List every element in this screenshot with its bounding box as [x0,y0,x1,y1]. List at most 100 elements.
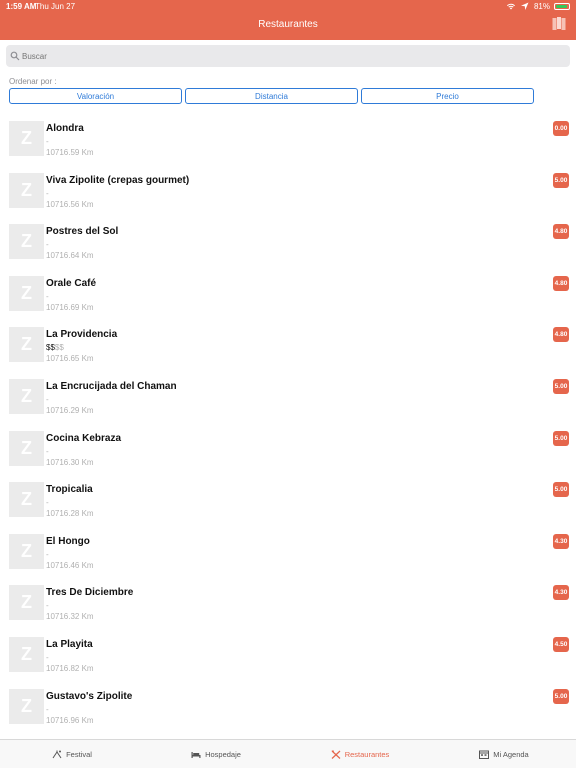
search-icon [10,51,20,61]
restaurant-row[interactable]: Z Viva Zipolite (crepas gourmet) -10716.56… [0,165,576,217]
restaurant-price: - [46,447,49,456]
restaurant-row[interactable]: Z La Playita -10716.82 Km 4.50 [0,629,576,681]
wifi-icon [506,3,515,10]
battery-percent: 81% [533,1,550,11]
restaurant-thumbnail: Z [9,224,44,260]
status-time: 1:59 AM [6,2,37,11]
restaurant-thumbnail: Z [9,430,44,466]
sort-segmented-control: Valoración Distancia Precio [9,88,534,104]
tab-mi-agenda-label: Mi Agenda [493,749,529,759]
restaurant-thumbnail: Z [9,275,44,311]
restaurant-thumbnail: Z [9,327,44,363]
restaurant-row[interactable]: Z Orale Café -10716.69 Km 4.80 [0,268,576,320]
rating-badge: 4.50 [553,636,569,652]
tab-festival-label: Festival [66,749,92,759]
restaurant-name: Cocina Kebraza [46,432,122,444]
rating-badge: 5.00 [553,688,569,704]
rating-badge: 5.00 [553,378,569,394]
restaurant-price: - [46,395,49,404]
sort-rating-button[interactable]: Valoración [9,88,182,104]
price-level-inactive: - [46,137,49,146]
tab-restaurantes-label: Restaurantes [344,749,390,759]
restaurant-price: - [46,240,49,249]
restaurant-row[interactable]: Z Tres De Diciembre - 10716.32 Km 4.30 [0,577,576,629]
restaurant-list: Z Alondra -10716.59 Km 0.00 Z Viva Zipolite (… [0,113,576,732]
bed-icon [191,751,201,758]
rating-badge: 4.30 [553,585,569,601]
status-date: Thu Jun 27 [35,2,76,11]
restaurant-thumbnail: Z [9,585,44,621]
price-level-inactive: - [46,291,49,301]
restaurant-distance: 10716.59 Km [46,148,94,157]
restaurant-name: Tres De Diciembre [46,587,134,599]
restaurant-row[interactable]: Z Cocina Kebraza -10716.30 Km 5.00 [0,423,576,475]
rating-badge: 5.00 [553,430,569,446]
price-level-inactive: - [46,498,49,508]
restaurant-distance: 10716.30 Km [46,457,94,467]
restaurant-row[interactable]: Z Alondra - 10716.59 Km 0.00 [0,113,576,165]
restaurant-row[interactable]: Z La Encrucijada del Chaman -10716.29 Km 5.… [0,371,576,423]
restaurant-distance: 10716.96 Km [46,715,94,725]
restaurant-distance: 10716.64 Km [46,251,94,261]
price-level-active: $$ [46,343,55,353]
map-icon[interactable] [552,17,566,31]
rating-badge: 0.00 [553,121,569,136]
sort-distance-button[interactable]: Distancia [185,88,358,104]
rating-badge: 5.00 [553,482,569,498]
app: 1:59 AM Thu Jun 27 81% Restaurantes Orde… [0,0,576,768]
restaurant-thumbnail: Z [9,636,44,672]
restaurant-row[interactable]: Z Postres del Sol - 10716.64 Km 4.80 [0,216,576,268]
price-level-inactive: - [46,549,49,559]
restaurant-name: Viva Zipolite (crepas gourmet) [46,174,190,186]
restaurant-distance: 10716.82 Km [46,663,94,673]
tab-hospedaje[interactable]: Hospedaje [144,740,288,768]
price-level-inactive: - [46,601,49,611]
restaurant-name: La Providencia [46,329,118,341]
restaurant-distance: 10716.32 Km [46,612,94,622]
restaurant-row[interactable]: Z La Providencia $$$$ 10716.65 Km 4.80 [0,319,576,371]
agenda-icon [479,750,490,759]
restaurant-price: - [46,601,49,610]
search-input[interactable] [22,51,542,61]
restaurant-thumbnail: Z [9,688,44,724]
tab-festival[interactable]: Festival [0,740,144,768]
restaurant-row[interactable]: Z El Hongo -10716.46 Km 4.30 [0,526,576,578]
restaurant-name: Gustavo's Zipolite [46,690,133,702]
restaurant-distance: 10716.28 Km [46,509,94,519]
search-bar[interactable] [6,45,570,67]
nav-bar: 1:59 AM Thu Jun 27 81% Restaurantes [0,0,576,40]
rating-badge: 4.30 [553,533,569,549]
restaurant-price: - [46,137,49,146]
restaurant-name: Alondra [46,123,84,134]
price-level-inactive: $$ [54,343,64,353]
restaurant-distance: 10716.29 Km [46,405,94,415]
status-right: 81% [506,1,570,11]
tab-hospedaje-label: Hospedaje [205,749,241,759]
rating-badge: 4.80 [553,275,569,291]
restaurant-price: - [46,653,49,662]
restaurant-name: Orale Café [46,277,97,289]
rating-badge: 4.80 [553,327,569,343]
tab-restaurantes[interactable]: Restaurantes [288,740,432,768]
restaurant-distance: 10716.46 Km [46,560,94,570]
restaurant-price: $$$$ [46,343,64,352]
restaurant-price: - [46,189,49,198]
restaurant-price: - [46,292,49,301]
restaurant-thumbnail: Z [9,533,44,569]
restaurant-row[interactable]: Z Tropicalia - 10716.28 Km 5.00 [0,474,576,526]
restaurant-row[interactable]: Z Gustavo's Zipolite -10716.96 Km 5.00 [0,681,576,733]
tab-mi-agenda[interactable]: Mi Agenda [432,740,576,768]
restaurant-name: La Encrucijada del Chaman [46,380,177,392]
price-level-inactive: - [46,704,49,714]
restaurant-name: Postres del Sol [46,226,119,238]
price-level-inactive: - [46,652,49,662]
price-level-inactive: - [46,240,49,250]
fork-knife-icon [331,750,341,759]
price-level-inactive: - [46,188,49,198]
sort-price-button[interactable]: Precio [361,88,534,104]
rating-badge: 4.80 [553,224,569,240]
restaurant-price: - [46,550,49,559]
restaurant-thumbnail: Z [9,172,44,208]
restaurant-distance: 10716.65 Km [46,354,94,364]
location-icon [520,2,529,10]
